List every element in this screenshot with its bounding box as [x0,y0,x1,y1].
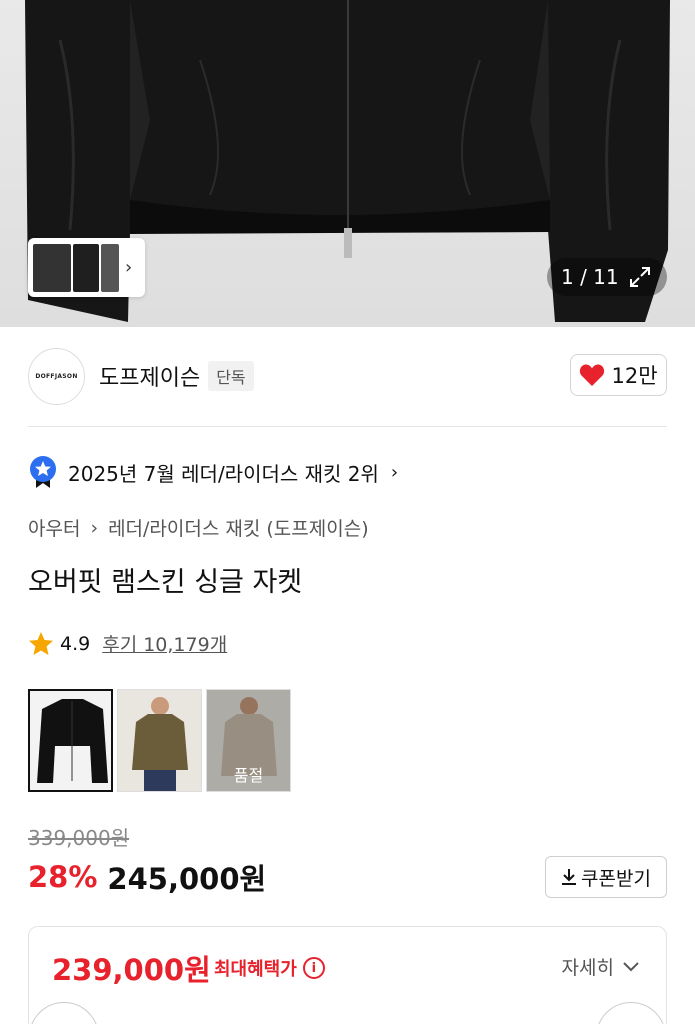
benefit-detail-text: 자세히 [561,957,614,979]
sale-price: 245,000원 [107,862,267,896]
download-icon [562,869,577,885]
color-option-black[interactable] [28,689,113,792]
gallery-thumb[interactable] [101,243,119,292]
original-price: 339,000원 [28,826,130,850]
rating-row: 4.9 후기 10,179개 [28,630,227,657]
chevron-right-icon: › [390,461,399,483]
expand-icon[interactable] [627,264,653,290]
breadcrumb-category[interactable]: 아우터 [28,514,80,541]
ranking-link[interactable]: 2025년 7월 레더/라이더스 재킷 2위 › [28,455,398,489]
coupon-label: 쿠폰받기 [581,867,651,890]
max-benefit-label: 최대혜택가 i [214,955,325,981]
brand-logo-text: DOFFJASON [35,372,78,380]
scroll-circle-left [29,1002,99,1024]
gallery-counter: 1 / 11 [547,258,667,296]
gallery-counter-text: 1 / 11 [561,265,619,289]
gallery-thumb[interactable] [33,243,71,292]
info-icon[interactable]: i [302,957,325,979]
brand-row: DOFFJASON 도프제이슨 단독 12만 [28,347,667,405]
like-count: 12만 [611,364,658,388]
gallery-thumbnail-strip[interactable]: › [28,238,145,297]
scroll-circle-right [596,1002,666,1024]
price-row: 28% 245,000원 [28,856,266,898]
soldout-label: 품절 [233,766,264,785]
product-gallery[interactable]: › 1 / 11 [0,0,695,327]
chevron-right-icon: › [90,516,99,539]
chevron-down-icon [623,961,639,971]
discount-rate: 28% [28,860,98,894]
exclusive-badge: 단독 [208,361,254,391]
coupon-button[interactable]: 쿠폰받기 [545,856,667,898]
review-count-link[interactable]: 후기 10,179개 [102,630,227,657]
ranking-text: 2025년 7월 레더/라이더스 재킷 2위 [68,461,379,486]
color-option-olive[interactable] [117,689,202,792]
heart-icon [580,364,605,386]
brand-name[interactable]: 도프제이슨 [99,360,200,392]
option-thumbnail [118,690,201,791]
divider [28,426,667,427]
star-icon [29,631,53,655]
gallery-thumb[interactable] [73,243,99,292]
like-button[interactable]: 12만 [570,354,667,396]
rating-value: 4.9 [60,632,91,655]
max-benefit-box: 239,000원 최대혜택가 i 자세히 [28,926,667,1024]
max-benefit-price: 239,000원 [52,953,211,987]
product-title: 오버핏 램스킨 싱글 자켓 [28,567,303,598]
max-benefit-label-text: 최대혜택가 [214,959,297,980]
benefit-detail-toggle[interactable]: 자세히 [562,953,640,980]
ranking-medal-icon [30,456,56,488]
color-options: 품절 [28,689,291,792]
breadcrumb: 아우터 › 레더/라이더스 재킷 (도프제이슨) [28,514,369,541]
option-thumbnail [30,691,111,790]
chevron-right-icon[interactable]: › [125,257,132,278]
breadcrumb-subcategory[interactable]: 레더/라이더스 재킷 (도프제이슨) [108,514,369,541]
brand-logo[interactable]: DOFFJASON [28,347,85,405]
color-option-beige[interactable]: 품절 [206,689,291,792]
